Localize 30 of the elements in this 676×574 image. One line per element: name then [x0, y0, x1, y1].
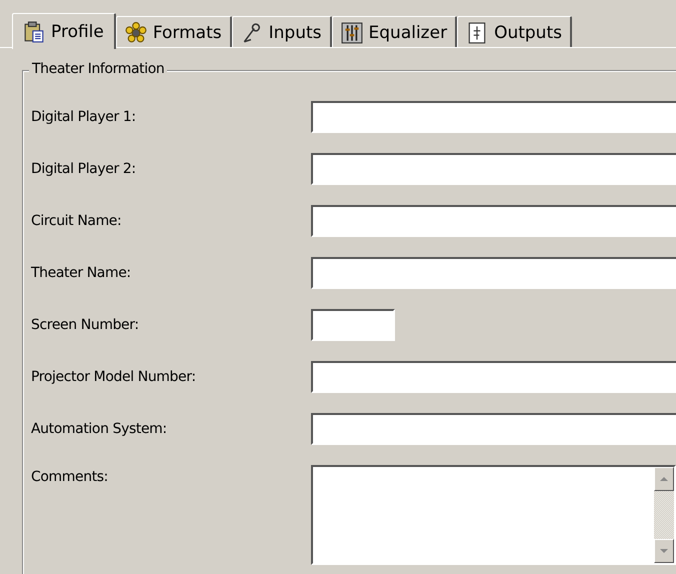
- tab[interactable]: Profile: [12, 13, 116, 49]
- field-label: Projector Model Number:: [31, 369, 197, 385]
- text-field[interactable]: [311, 153, 676, 185]
- field-label: Screen Number:: [31, 317, 140, 333]
- pen-icon: [240, 22, 263, 44]
- tab[interactable]: Formats: [116, 16, 232, 48]
- tab[interactable]: Equalizer: [332, 16, 458, 48]
- field-label: Automation System:: [31, 421, 168, 437]
- text-field[interactable]: [311, 257, 676, 289]
- text-field[interactable]: [311, 309, 395, 341]
- scroll-down-button[interactable]: [654, 539, 674, 563]
- comments-field[interactable]: [311, 465, 676, 565]
- sliders-icon: [340, 22, 363, 44]
- clipboard-icon: [23, 20, 45, 42]
- field-label: Digital Player 2:: [31, 161, 137, 177]
- field-label: Comments:: [31, 469, 110, 485]
- field-label: Theater Name:: [31, 265, 132, 281]
- tab[interactable]: Outputs: [457, 16, 572, 48]
- up-arrow-icon: [659, 476, 669, 482]
- gear-icon: [124, 22, 147, 44]
- document-icon: [466, 22, 488, 44]
- text-field[interactable]: [311, 361, 676, 393]
- down-arrow-icon: [659, 548, 669, 554]
- tab[interactable]: Inputs: [232, 16, 332, 48]
- text-field[interactable]: [311, 413, 676, 445]
- scroll-up-button[interactable]: [654, 467, 674, 491]
- field-label: Circuit Name:: [31, 213, 122, 229]
- field-label: Digital Player 1:: [31, 109, 137, 125]
- text-field[interactable]: [311, 205, 676, 237]
- text-field[interactable]: [311, 101, 676, 133]
